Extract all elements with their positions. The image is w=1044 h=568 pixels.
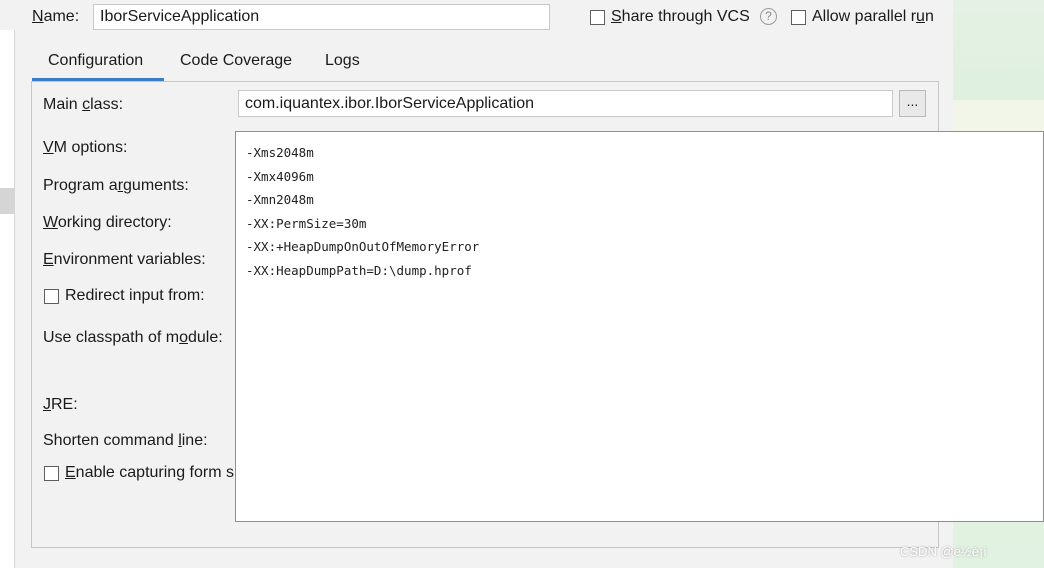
jre-label: JRE: (43, 396, 78, 413)
left-panel-strip (0, 30, 15, 568)
left-panel-selection (0, 188, 15, 214)
watermark-text: CSDN @é½é¡ì (900, 544, 987, 559)
vm-options-label: VM options: (43, 139, 128, 156)
vm-option-line: -XX:HeapDumpPath=D:\dump.hprof (246, 262, 472, 278)
vm-option-line: -Xmx4096m (246, 168, 314, 184)
vm-option-line: -Xms2048m (246, 145, 314, 160)
name-field[interactable]: IborServiceApplication (93, 4, 550, 30)
name-label: Name: (32, 8, 80, 25)
enable-capturing-option[interactable]: Enable capturing form s (44, 464, 234, 482)
enable-capturing-checkbox[interactable] (44, 465, 59, 481)
environment-variables-label: Environment variables: (43, 251, 206, 268)
share-through-vcs-option[interactable]: Share through VCS (590, 8, 750, 26)
allow-parallel-run-option[interactable]: Allow parallel run (791, 8, 934, 26)
redirect-input-checkbox[interactable] (44, 288, 59, 304)
main-class-label: Main class: (43, 96, 124, 113)
vm-option-line: -Xmn2048m (246, 192, 314, 208)
browse-main-class-button[interactable]: ... (899, 90, 926, 117)
working-directory-label: Working directory: (43, 214, 172, 231)
vm-options-editor[interactable]: -Xms2048m -Xmx4096m -Xmn2048m -XX:PermSi… (235, 131, 1044, 522)
allow-parallel-run-label: Allow parallel run (812, 8, 934, 25)
vm-option-line: -XX:+HeapDumpOnOutOfMemoryError (246, 239, 480, 255)
share-through-vcs-checkbox[interactable] (590, 9, 605, 25)
tab-code-coverage[interactable]: Code Coverage (180, 52, 292, 70)
redirect-input-option[interactable]: Redirect input from: (44, 287, 205, 305)
redirect-input-label: Redirect input from: (65, 287, 205, 304)
use-classpath-label: Use classpath of module: (43, 329, 223, 346)
program-arguments-label: Program arguments: (43, 177, 189, 194)
allow-parallel-run-checkbox[interactable] (791, 9, 806, 25)
enable-capturing-label: Enable capturing form s (65, 464, 234, 481)
shorten-command-line-label: Shorten command line: (43, 432, 208, 449)
share-through-vcs-label: Share through VCS (611, 8, 750, 25)
vm-option-line: -XX:PermSize=30m (246, 215, 367, 231)
tab-logs[interactable]: Logs (325, 52, 360, 70)
main-class-field[interactable]: com.iquantex.ibor.IborServiceApplication (238, 90, 893, 117)
background-highlight (953, 100, 1044, 132)
tab-configuration[interactable]: Configuration (48, 52, 143, 70)
help-icon[interactable]: ? (760, 8, 777, 25)
